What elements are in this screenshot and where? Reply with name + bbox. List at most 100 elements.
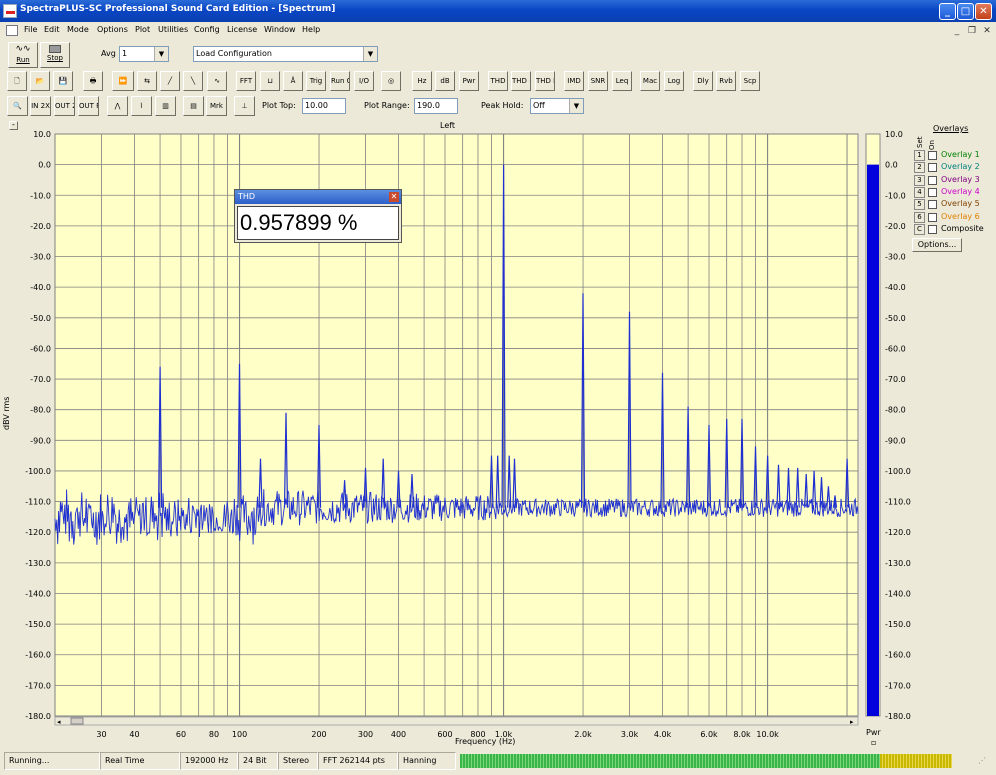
- meter-tick-label: -130.0: [885, 559, 911, 568]
- y-tick-label: -30.0: [30, 253, 51, 262]
- horizontal-scrollbar: [54, 716, 859, 726]
- y-tick-label: 0.0: [38, 161, 51, 170]
- overlay-set-button[interactable]: 4: [914, 186, 925, 198]
- meter-tick-label: -50.0: [885, 314, 906, 323]
- input-level-meter-peak: [880, 754, 952, 768]
- meter-tick-label: 10.0: [885, 130, 903, 139]
- scroll-left-icon: ◂: [57, 718, 61, 726]
- status-rate: 192000 Hz: [180, 752, 238, 770]
- overlay-checkbox[interactable]: [928, 224, 937, 234]
- overlay-checkbox[interactable]: [928, 200, 937, 210]
- plot-area: [54, 133, 859, 717]
- overlay-set-button[interactable]: 1: [914, 150, 925, 161]
- overlay-label: Overlay 3: [941, 174, 980, 184]
- y-tick-label: -140.0: [25, 589, 51, 598]
- meter-tick-label: -180.0: [885, 712, 911, 721]
- thd-window-titlebar[interactable]: THD ✕: [235, 190, 401, 204]
- y-tick-label: -120.0: [25, 528, 51, 537]
- overlay-checkbox[interactable]: [928, 187, 937, 197]
- x-tick-label: 2.0k: [574, 730, 592, 739]
- overlay-label: Overlay 1: [941, 150, 980, 159]
- meter-tick-label: -90.0: [885, 436, 906, 445]
- y-tick-label: -20.0: [30, 222, 51, 231]
- pwr-label: Pwr: [866, 728, 881, 737]
- y-tick-label: -90.0: [30, 436, 51, 445]
- pwr-collapse-icon: ▫: [871, 738, 876, 747]
- overlay-checkbox[interactable]: [928, 151, 937, 160]
- thd-window[interactable]: THD ✕ 0.957899 %: [234, 189, 402, 243]
- y-tick-label: -160.0: [25, 651, 51, 660]
- spectrum-chart[interactable]: 10.0 10.0 0.0 0.0 -10.0 -10.0 -20.0 -20.0 -30.0 -…: [0, 0, 996, 775]
- close-icon[interactable]: ✕: [389, 192, 399, 202]
- meter-tick-label: -20.0: [885, 222, 906, 231]
- status-bits: 24 Bit: [238, 752, 278, 770]
- overlay-options-button[interactable]: Options...: [912, 238, 962, 252]
- overlay-set-button[interactable]: C: [914, 223, 925, 235]
- x-tick-label: 4.0k: [654, 730, 672, 739]
- status-channels: Stereo: [278, 752, 318, 770]
- y-tick-label: -60.0: [30, 344, 51, 353]
- y-tick-label: 10.0: [33, 130, 51, 139]
- overlay-checkbox[interactable]: [928, 212, 937, 222]
- overlay-set-button[interactable]: 5: [914, 199, 925, 211]
- overlay-label: Overlay 5: [941, 199, 980, 209]
- y-tick-label: -180.0: [25, 712, 51, 721]
- overlay-set-button[interactable]: 6: [914, 211, 925, 223]
- overlay-label: Overlay 6: [941, 211, 980, 221]
- y-tick-label: -150.0: [25, 620, 51, 629]
- meter-tick-label: -30.0: [885, 253, 906, 262]
- x-tick-label: 10.0k: [756, 730, 779, 739]
- meter-tick-label: -40.0: [885, 283, 906, 292]
- meter-tick-label: -70.0: [885, 375, 906, 384]
- overlay-label: Overlay 4: [941, 186, 980, 196]
- x-tick-label: 30: [96, 730, 106, 739]
- y-tick-label: -130.0: [25, 559, 51, 568]
- x-tick-label: 600: [437, 730, 452, 739]
- x-tick-label: 6.0k: [700, 730, 718, 739]
- x-tick-label: 800: [470, 730, 485, 739]
- overlay-label: Overlay 2: [941, 162, 980, 172]
- overlays-set-header: Set: [916, 136, 924, 149]
- overlay-label: Composite: [941, 223, 984, 233]
- x-tick-label: 3.0k: [621, 730, 639, 739]
- x-tick-label: 1.0k: [495, 730, 513, 739]
- x-tick-label: 80: [209, 730, 219, 739]
- overlay-set-button[interactable]: 2: [914, 162, 925, 174]
- x-tick-label: 60: [176, 730, 186, 739]
- overlay-set-button[interactable]: 3: [914, 174, 925, 186]
- resize-grip-icon[interactable]: ⋰: [978, 756, 986, 765]
- meter-tick-label: -80.0: [885, 406, 906, 415]
- y-tick-label: -80.0: [30, 406, 51, 415]
- status-window: Hanning: [398, 752, 456, 770]
- x-tick-label: 100: [232, 730, 247, 739]
- x-tick-label: 300: [358, 730, 373, 739]
- status-state: Running...: [4, 752, 100, 770]
- overlay-checkbox[interactable]: [928, 175, 937, 185]
- scrollbar-thumb: [70, 717, 84, 725]
- meter-tick-label: 0.0: [885, 161, 898, 170]
- status-mode: Real Time: [100, 752, 180, 770]
- x-tick-label: 40: [129, 730, 139, 739]
- y-tick-label: -10.0: [30, 191, 51, 200]
- meter-tick-label: -120.0: [885, 528, 911, 537]
- meter-tick-label: -140.0: [885, 589, 911, 598]
- y-tick-label: -50.0: [30, 314, 51, 323]
- meter-tick-label: -10.0: [885, 191, 906, 200]
- x-tick-label: 8.0k: [733, 730, 751, 739]
- meter-tick-label: -100.0: [885, 467, 911, 476]
- input-level-meter-right: [460, 764, 952, 768]
- y-tick-label: -170.0: [25, 681, 51, 690]
- y-tick-label: -110.0: [25, 498, 51, 507]
- overlay-checkbox[interactable]: [928, 163, 937, 173]
- input-level-meter-left: [460, 754, 952, 764]
- thd-value: 0.957899 %: [237, 206, 399, 240]
- overlays-title: Overlays: [933, 124, 969, 133]
- y-tick-label: -100.0: [25, 467, 51, 476]
- x-tick-label: 200: [311, 730, 326, 739]
- meter-tick-label: -160.0: [885, 651, 911, 660]
- pwr-meter-bar: [867, 164, 879, 716]
- overlays-on-header: On: [928, 140, 936, 150]
- y-tick-label: -70.0: [30, 375, 51, 384]
- scroll-right-icon: ▸: [850, 718, 854, 726]
- app-window: SpectraPLUS-SC Professional Sound Card E…: [0, 0, 996, 775]
